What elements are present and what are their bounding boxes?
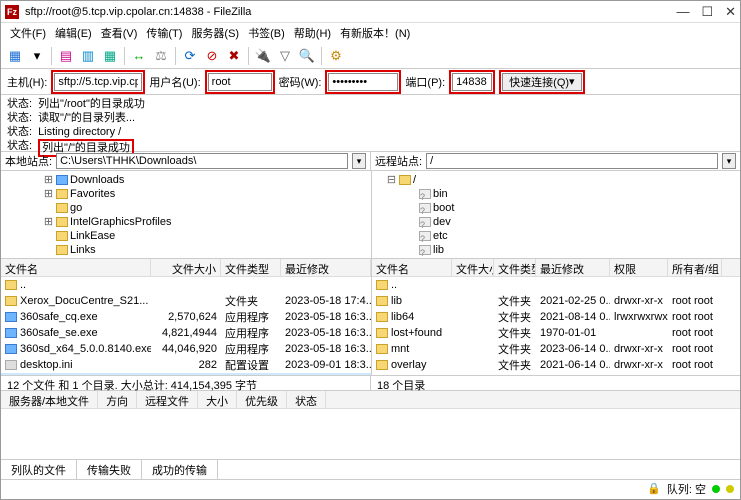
filter-icon[interactable]: ▽ [275, 46, 295, 66]
disconnect-icon[interactable]: ✖ [224, 46, 244, 66]
app-icon: Fz [5, 5, 19, 19]
quickconnect-button[interactable]: 快速连接(Q) ▾ [502, 73, 581, 91]
tree-item[interactable]: ?dev [374, 215, 738, 229]
menu-update[interactable]: 有新版本！(N) [337, 23, 413, 43]
window-title: sftp://root@5.tcp.vip.cpolar.cn:14838 - … [25, 6, 676, 18]
table-row[interactable]: 360sd_x64_5.0.0.8140.exe44,046,920应用程序20… [1, 341, 371, 357]
port-label: 端口(P): [405, 74, 445, 90]
remote-path-dropdown[interactable]: ▾ [722, 153, 736, 169]
search-icon[interactable]: 🔍 [297, 46, 317, 66]
tab-success[interactable]: 成功的传输 [142, 460, 218, 479]
tree-item[interactable]: ?lib [374, 243, 738, 257]
tree-item[interactable]: ⊟/ [374, 173, 738, 187]
menu-transfer[interactable]: 传输(T) [143, 23, 185, 43]
toggle-queue-icon[interactable]: ▦ [100, 46, 120, 66]
local-path-input[interactable] [56, 153, 348, 169]
table-row[interactable]: lib64文件夹2021-08-14 0...lrwxrwxrwxroot ro… [372, 309, 740, 325]
queue-status: 队列: 空 [667, 481, 706, 497]
tree-item[interactable]: ⊞Favorites [3, 187, 369, 201]
local-pane: ⊞Downloads⊞Favoritesgo⊞IntelGraphicsProf… [1, 171, 372, 375]
local-list-header: 文件名文件大小文件类型最近修改 [1, 259, 371, 277]
port-input[interactable] [452, 73, 492, 91]
reconnect-icon[interactable]: 🔌 [253, 46, 273, 66]
tree-item[interactable]: ⊞IntelGraphicsProfiles [3, 215, 369, 229]
remote-status: 18 个目录 [371, 376, 740, 390]
tree-item[interactable]: ?etc [374, 229, 738, 243]
table-row[interactable]: mnt文件夹2023-06-14 0...drwxr-xr-xroot root [372, 341, 740, 357]
refresh-icon[interactable]: ⟳ [180, 46, 200, 66]
remote-file-list[interactable]: ..lib文件夹2021-02-25 0...drwxr-xr-xroot ro… [372, 277, 740, 375]
settings-icon[interactable]: ⚙ [326, 46, 346, 66]
local-tree[interactable]: ⊞Downloads⊞Favoritesgo⊞IntelGraphicsProf… [1, 171, 371, 259]
led-green [712, 485, 720, 493]
table-row[interactable]: rom文件夹2023-06-14 0...drwxr-xr-xroot root [372, 373, 740, 375]
close-button[interactable]: ✕ [725, 4, 736, 20]
led-yellow [726, 485, 734, 493]
user-label: 用户名(U): [149, 74, 200, 90]
title-bar: Fz sftp://root@5.tcp.vip.cpolar.cn:14838… [1, 1, 740, 23]
tree-item[interactable]: go [3, 201, 369, 215]
pass-input[interactable] [328, 73, 398, 91]
minimize-button[interactable]: — [676, 4, 689, 20]
table-row[interactable]: .. [1, 277, 371, 293]
host-input[interactable] [54, 73, 142, 91]
status-bar: 🔒 队列: 空 [1, 479, 740, 497]
table-row[interactable]: lib文件夹2021-02-25 0...drwxr-xr-xroot root [372, 293, 740, 309]
menu-bar: 文件(F) 编辑(E) 查看(V) 传输(T) 服务器(S) 书签(B) 帮助(… [1, 23, 740, 43]
tab-failed[interactable]: 传输失败 [77, 460, 142, 479]
table-row[interactable]: Xerox_DocuCentre_S21...文件夹2023-05-18 17:… [1, 293, 371, 309]
remote-list-header: 文件名文件大小文件类型最近修改权限所有者/组 [372, 259, 740, 277]
tree-item[interactable]: Links [3, 243, 369, 257]
queue-header: 服务器/本地文件方向远程文件大小优先级状态 [1, 391, 740, 409]
log-line: 列出"/root"的目录成功 [38, 97, 145, 111]
maximize-button[interactable]: ☐ [701, 4, 713, 20]
menu-server[interactable]: 服务器(S) [188, 23, 242, 43]
table-row[interactable]: .. [372, 277, 740, 293]
tab-queued[interactable]: 列队的文件 [1, 460, 77, 479]
queue-body[interactable] [1, 409, 740, 459]
quickconnect-bar: 主机(H): 用户名(U): 密码(W): 端口(P): 快速连接(Q) ▾ [1, 69, 740, 95]
lock-icon: 🔒 [647, 482, 661, 495]
menu-file[interactable]: 文件(F) [7, 23, 49, 43]
table-row[interactable]: 360safe_se.exe4,821,4944应用程序2023-05-18 1… [1, 325, 371, 341]
menu-bookmarks[interactable]: 书签(B) [245, 23, 288, 43]
compare-icon[interactable]: ⚖ [151, 46, 171, 66]
local-file-list[interactable]: ..Xerox_DocuCentre_S21...文件夹2023-05-18 1… [1, 277, 371, 375]
local-status: 12 个文件 和 1 个目录. 大小总计: 414,154,395 字节 [1, 376, 371, 390]
remote-site-label: 远程站点: [375, 153, 422, 169]
tree-item[interactable]: LinkEase [3, 229, 369, 243]
table-row[interactable]: FileZilla_3.62.2_win64-se...11,905,648应用… [1, 373, 371, 375]
user-input[interactable] [208, 73, 272, 91]
log-line: Listing directory / [38, 125, 121, 139]
message-log: 状态:列出"/root"的目录成功 状态:读取"/"的目录列表... 状态:Li… [1, 95, 740, 151]
tree-item[interactable]: ?boot [374, 201, 738, 215]
table-row[interactable]: overlay文件夹2021-06-14 0...drwxr-xr-xroot … [372, 357, 740, 373]
tree-item[interactable]: ⊞Downloads [3, 173, 369, 187]
local-site-label: 本地站点: [5, 153, 52, 169]
queue-tabs: 列队的文件 传输失败 成功的传输 [1, 459, 740, 479]
table-row[interactable]: lost+found文件夹1970-01-01root root [372, 325, 740, 341]
dropdown-icon[interactable]: ▾ [27, 46, 47, 66]
menu-help[interactable]: 帮助(H) [291, 23, 334, 43]
menu-view[interactable]: 查看(V) [98, 23, 141, 43]
toggle-tree-icon[interactable]: ▥ [78, 46, 98, 66]
host-label: 主机(H): [7, 74, 47, 90]
log-line: 读取"/"的目录列表... [38, 111, 135, 125]
tree-item[interactable]: ?bin [374, 187, 738, 201]
remote-path-input[interactable] [426, 153, 718, 169]
local-path-dropdown[interactable]: ▾ [352, 153, 366, 169]
toolbar: ▦ ▾ ▤ ▥ ▦ ↔ ⚖ ⟳ ⊘ ✖ 🔌 ▽ 🔍 ⚙ [1, 43, 740, 69]
menu-edit[interactable]: 编辑(E) [52, 23, 95, 43]
pass-label: 密码(W): [279, 74, 322, 90]
table-row[interactable]: desktop.ini282配置设置2023-09-01 18:3... [1, 357, 371, 373]
stop-icon[interactable]: ⊘ [202, 46, 222, 66]
sync-icon[interactable]: ↔ [129, 46, 149, 66]
remote-tree[interactable]: ⊟/?bin?boot?dev?etc?lib?lib64 [372, 171, 740, 259]
site-manager-icon[interactable]: ▦ [5, 46, 25, 66]
remote-pane: ⊟/?bin?boot?dev?etc?lib?lib64 文件名文件大小文件类… [372, 171, 740, 375]
toggle-log-icon[interactable]: ▤ [56, 46, 76, 66]
table-row[interactable]: 360safe_cq.exe2,570,624应用程序2023-05-18 16… [1, 309, 371, 325]
